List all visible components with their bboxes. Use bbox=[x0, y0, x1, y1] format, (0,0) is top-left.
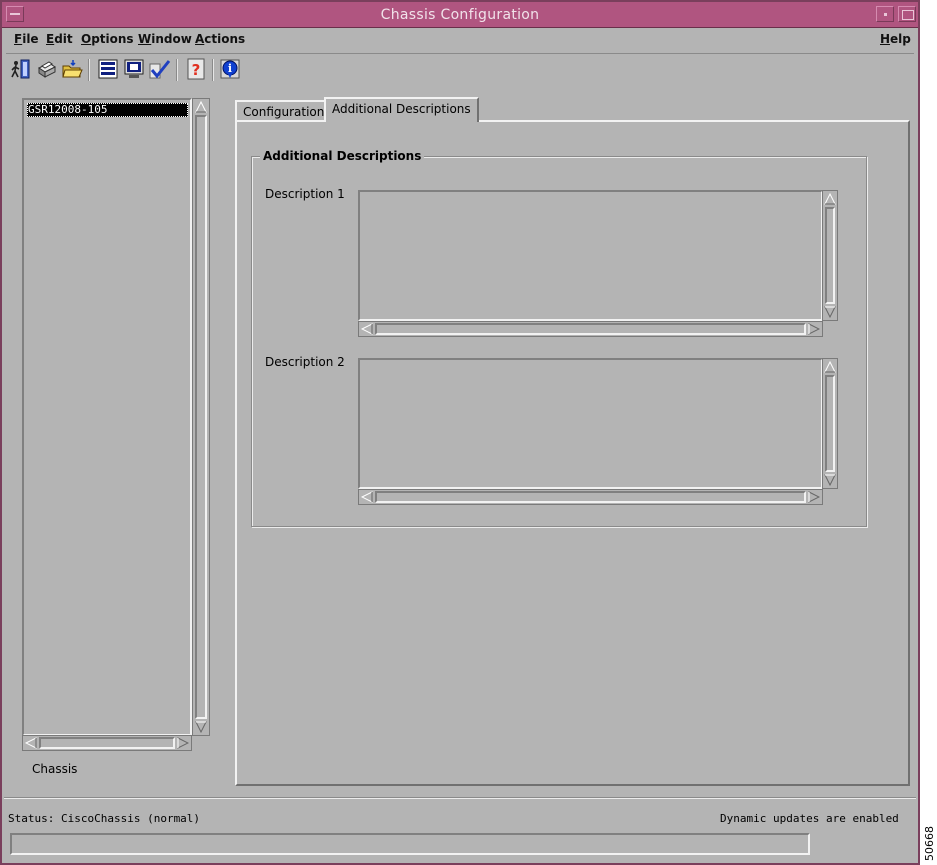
description-2-hscrollbar[interactable] bbox=[358, 489, 823, 505]
group-title: Additional Descriptions bbox=[260, 149, 425, 163]
menu-help[interactable]: Help bbox=[880, 32, 911, 46]
scroll-left-arrow-icon[interactable] bbox=[361, 491, 373, 503]
description-1-label: Description 1 bbox=[265, 187, 345, 201]
status-text: Status: CiscoChassis (normal) bbox=[8, 812, 201, 825]
monitor-icon bbox=[124, 59, 144, 78]
description-2-hscroll-track[interactable] bbox=[375, 491, 806, 503]
scroll-right-arrow-icon[interactable] bbox=[177, 737, 189, 749]
menu-window[interactable]: Window bbox=[138, 32, 192, 46]
open-folder-icon bbox=[62, 60, 83, 78]
scroll-down-arrow-icon[interactable] bbox=[195, 721, 207, 733]
status-message-field bbox=[10, 833, 810, 855]
description-2-label: Description 2 bbox=[265, 355, 345, 369]
open-button[interactable] bbox=[60, 57, 84, 81]
svg-text:i: i bbox=[228, 62, 232, 75]
menu-actions[interactable]: Actions bbox=[195, 32, 245, 46]
menu-file-mnemonic: F bbox=[14, 32, 23, 46]
scroll-up-arrow-icon[interactable] bbox=[195, 101, 207, 113]
status-separator bbox=[4, 797, 916, 799]
scroll-up-arrow-icon[interactable] bbox=[824, 193, 836, 205]
description-1-hscrollbar[interactable] bbox=[358, 321, 823, 337]
monitor-button[interactable] bbox=[122, 57, 146, 81]
scroll-down-arrow-icon[interactable] bbox=[824, 306, 836, 318]
list-icon bbox=[98, 59, 118, 79]
check-button[interactable] bbox=[148, 57, 172, 81]
tree-caption: Chassis bbox=[32, 762, 78, 776]
menu-help-rest: elp bbox=[890, 32, 911, 46]
scroll-up-arrow-icon[interactable] bbox=[824, 361, 836, 373]
dynamic-updates-status: Dynamic updates are enabled bbox=[720, 812, 899, 825]
description-2-vscroll-track[interactable] bbox=[825, 375, 835, 472]
menu-window-rest: indow bbox=[151, 32, 192, 46]
figure-id-text: 50668 bbox=[922, 826, 936, 861]
menu-edit-mnemonic: E bbox=[46, 32, 55, 46]
toolbar-separator bbox=[88, 59, 90, 81]
main-window: Chassis Configuration File Edit Options … bbox=[0, 0, 920, 865]
description-2-textarea[interactable] bbox=[358, 358, 823, 489]
menu-edit[interactable]: Edit bbox=[46, 32, 73, 46]
menu-help-mnemonic: H bbox=[880, 32, 891, 46]
toolbar-separator bbox=[176, 59, 178, 81]
minimize-button[interactable] bbox=[876, 6, 894, 22]
scroll-left-arrow-icon[interactable] bbox=[361, 323, 373, 335]
menu-edit-rest: dit bbox=[54, 32, 73, 46]
scroll-right-arrow-icon[interactable] bbox=[808, 323, 820, 335]
chassis-tree[interactable]: GSR12008-105 bbox=[22, 98, 192, 736]
menu-bar: File Edit Options Window Actions Help bbox=[6, 28, 914, 54]
description-1-textarea[interactable] bbox=[358, 190, 823, 321]
title-bar[interactable]: Chassis Configuration bbox=[2, 2, 918, 28]
figure-id: 50668 bbox=[921, 822, 937, 865]
menu-options[interactable]: Options bbox=[81, 32, 134, 46]
menu-options-rest: ptions bbox=[91, 32, 134, 46]
scroll-right-arrow-icon[interactable] bbox=[808, 491, 820, 503]
scroll-down-arrow-icon[interactable] bbox=[824, 474, 836, 486]
maximize-button[interactable] bbox=[898, 6, 916, 22]
exit-button[interactable] bbox=[8, 57, 32, 81]
help-icon: ? bbox=[187, 58, 205, 80]
svg-text:?: ? bbox=[192, 61, 201, 79]
menu-options-mnemonic: O bbox=[81, 32, 92, 46]
toolbar-separator bbox=[212, 59, 214, 81]
description-1-hscroll-track[interactable] bbox=[375, 323, 806, 335]
check-icon bbox=[149, 60, 171, 79]
tab-configuration[interactable]: Configuration bbox=[235, 100, 333, 122]
tree-hscroll-track[interactable] bbox=[39, 737, 175, 749]
list-button[interactable] bbox=[96, 57, 120, 81]
menu-actions-mnemonic: A bbox=[195, 32, 205, 46]
menu-file-rest: ile bbox=[22, 32, 39, 46]
scroll-left-arrow-icon[interactable] bbox=[25, 737, 37, 749]
toolbar: ? i bbox=[8, 57, 912, 85]
description-2-vscrollbar[interactable] bbox=[822, 358, 838, 489]
menu-actions-rest: ctions bbox=[204, 32, 246, 46]
menu-window-mnemonic: W bbox=[138, 32, 152, 46]
print-button[interactable] bbox=[34, 57, 58, 81]
tree-item-selected[interactable]: GSR12008-105 bbox=[27, 103, 188, 117]
tab-additional-descriptions[interactable]: Additional Descriptions bbox=[324, 97, 479, 122]
window-title: Chassis Configuration bbox=[380, 7, 540, 23]
menu-file[interactable]: File bbox=[14, 32, 39, 46]
info-button[interactable]: i bbox=[218, 57, 242, 81]
info-icon: i bbox=[220, 59, 240, 79]
help-button[interactable]: ? bbox=[184, 57, 208, 81]
print-icon bbox=[38, 61, 56, 78]
exit-icon bbox=[11, 59, 30, 79]
tree-vscroll-track[interactable] bbox=[195, 115, 207, 719]
description-1-vscroll-track[interactable] bbox=[825, 207, 835, 304]
tree-horizontal-scrollbar[interactable] bbox=[22, 735, 192, 751]
tree-vertical-scrollbar[interactable] bbox=[192, 98, 210, 736]
description-1-vscrollbar[interactable] bbox=[822, 190, 838, 321]
